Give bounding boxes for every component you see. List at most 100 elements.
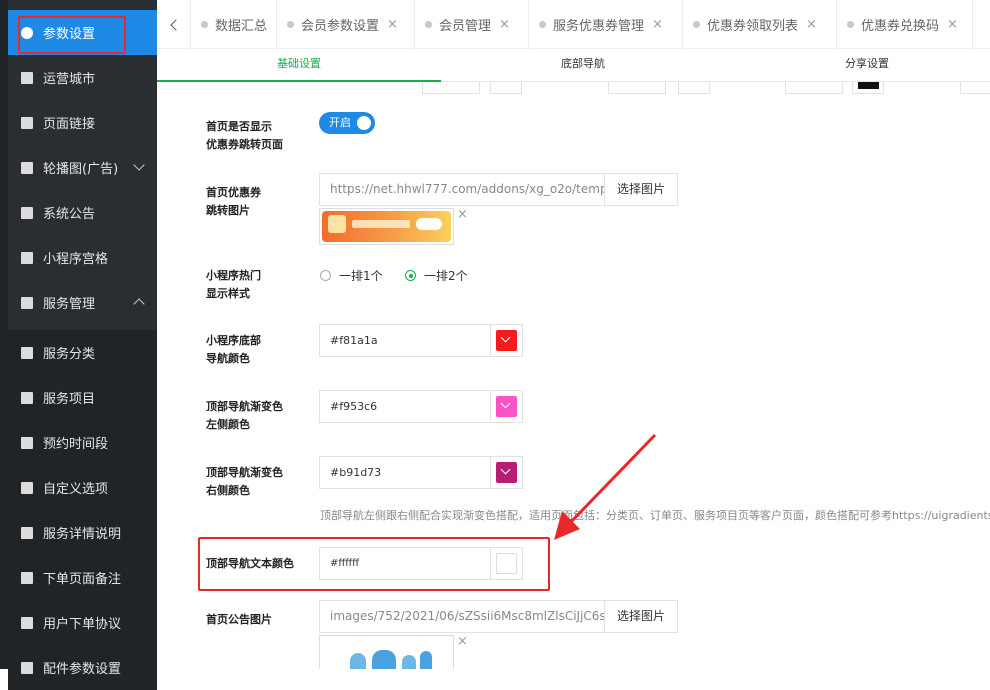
sidebar-item-parts-params[interactable]: 配件参数设置 [8,645,157,690]
check-icon [21,661,33,674]
coupon-image-url-input[interactable]: https://net.hhwl777.com/addons/xg_o2o/te… [319,173,605,206]
tab-label: 数据汇总 [215,19,268,34]
edit-icon [21,116,33,129]
sidebar-item-label: 页面链接 [43,117,96,132]
chevron-down-icon [496,462,517,483]
bottom-nav-color-label: 小程序底部 导航颜色 [206,334,261,365]
tab-basic-settings[interactable]: 基础设置 [157,49,441,82]
sidebar-item-service-items[interactable]: 服务项目 [8,375,157,420]
close-icon[interactable]: × [806,17,817,32]
annotation-highlight-box [18,16,126,54]
tab-coupon-codes[interactable]: 优惠券兑换码 × [837,0,973,49]
sidebar-item-label: 系统公告 [43,207,96,222]
bottom-nav-color-input[interactable]: #f81a1a [319,324,491,357]
tab-bottom-nav[interactable]: 底部导航 [441,49,725,82]
tab-label: 优惠券兑换码 [861,19,940,34]
sitemap-icon [21,251,33,264]
coupon-image-label: 首页优惠券 跳转图片 [206,186,261,217]
sidebar-item-label: 预约时间段 [43,437,109,452]
tab-label: 服务优惠券管理 [553,19,645,34]
notice-image-preview [319,635,454,669]
gradient-left-swatch[interactable] [490,390,523,423]
tab-data-summary[interactable]: 数据汇总 [191,0,277,49]
sub-tab-bar: 基础设置 底部导航 分享设置 [157,49,990,82]
hidden-row-cell [960,82,990,94]
gradient-left-label: 顶部导航渐变色 左侧颜色 [206,400,283,431]
notice-image-url-input[interactable]: images/752/2021/06/sZSsii6Msc8mlZlsCiJjC… [319,600,605,633]
close-icon[interactable]: × [499,17,510,32]
hidden-row-cell [490,82,522,94]
tab-dot-icon [287,21,294,28]
remove-image-button[interactable]: × [457,207,468,222]
close-icon[interactable]: × [387,17,398,32]
toggle-knob [357,116,371,130]
radio-two-per-row[interactable] [405,270,416,281]
sidebar-item-label: 下单页面备注 [43,572,122,587]
sidebar-item-label: 用户下单协议 [43,617,122,632]
gradient-right-input[interactable]: #b91d73 [319,456,491,489]
radio-one-per-row[interactable] [320,270,331,281]
sidebar-item-grid[interactable]: 小程序宫格 [8,235,157,280]
hot-style-label: 小程序热门 显示样式 [206,269,261,300]
sidebar-item-service-category[interactable]: 服务分类 [8,330,157,375]
select-image-button[interactable]: 选择图片 [604,173,678,206]
sidebar-item-carousel[interactable]: 轮播图(广告) [8,145,157,190]
sidebar-item-user-agreement[interactable]: 用户下单协议 [8,600,157,645]
sidebar-item-custom-options[interactable]: 自定义选项 [8,465,157,510]
book-icon [21,71,33,84]
sidebar-item-label: 配件参数设置 [43,662,122,677]
hidden-row-cell [785,82,843,94]
sidebar-item-label: 服务项目 [43,392,96,407]
hidden-row-cell [852,82,884,94]
notice-image-label: 首页公告图片 [206,613,272,626]
coupon-image-preview [319,208,454,245]
sidebar-item-label: 服务管理 [43,297,96,312]
tab-member-mgmt[interactable]: 会员管理 × [415,0,529,49]
radio-two-per-row-label: 一排2个 [424,269,468,283]
sidebar-item-cities[interactable]: 运营城市 [8,55,157,100]
sidebar-item-label: 服务分类 [43,347,96,362]
tab-coupon-claims[interactable]: 优惠券领取列表 × [683,0,837,49]
close-icon[interactable]: × [652,17,663,32]
tab-dot-icon [693,21,700,28]
sidebar-item-notices[interactable]: 系统公告 [8,190,157,235]
show-coupon-label: 首页是否显示 优惠券跳转页面 [206,120,283,151]
hidden-row-cell [608,82,666,94]
sidebar-item-label: 运营城市 [43,72,96,87]
tab-share-settings[interactable]: 分享设置 [725,49,990,82]
gradient-right-swatch[interactable] [490,456,523,489]
chevron-down-icon [496,330,517,351]
toggle-label: 开启 [329,116,351,129]
tab-scroll-left-button[interactable] [157,0,191,49]
hidden-row-cell [422,82,480,94]
keyboard-icon [21,481,33,494]
sidebar-item-service-mgmt[interactable]: 服务管理 [8,280,157,325]
bottom-nav-color-swatch[interactable] [490,324,523,357]
select-image-button[interactable]: 选择图片 [604,600,678,633]
tab-label: 会员参数设置 [301,19,380,34]
gradient-right-label: 顶部导航渐变色 右侧颜色 [206,466,283,497]
list-icon [21,616,33,629]
sidebar-item-order-notes[interactable]: 下单页面备注 [8,555,157,600]
sidebar-item-page-links[interactable]: 页面链接 [8,100,157,145]
speaker-icon [21,206,33,219]
sidebar-item-label: 小程序宫格 [43,252,109,267]
chevron-left-icon [169,18,182,31]
radio-one-per-row-label: 一排1个 [339,269,383,283]
sidebar: 参数设置 运营城市 页面链接 轮播图(广告) 系统公告 小程序宫格 服务管理 服… [0,0,157,690]
tab-coupon-mgmt[interactable]: 服务优惠券管理 × [529,0,683,49]
annotation-arrow [554,433,657,540]
tab-dot-icon [425,21,432,28]
table-icon [21,391,33,404]
gradient-left-input[interactable]: #f953c6 [319,390,491,423]
sidebar-item-service-details[interactable]: 服务详情说明 [8,510,157,555]
sidebar-item-time-slots[interactable]: 预约时间段 [8,420,157,465]
close-icon[interactable]: × [947,17,958,32]
tab-member-params[interactable]: 会员参数设置 × [277,0,415,49]
history-icon [21,436,33,449]
tab-label: 会员管理 [439,19,492,34]
remove-image-button[interactable]: × [457,634,468,649]
show-coupon-toggle[interactable]: 开启 [319,112,375,134]
tab-label: 优惠券领取列表 [707,19,799,34]
chevron-up-icon [133,298,145,310]
